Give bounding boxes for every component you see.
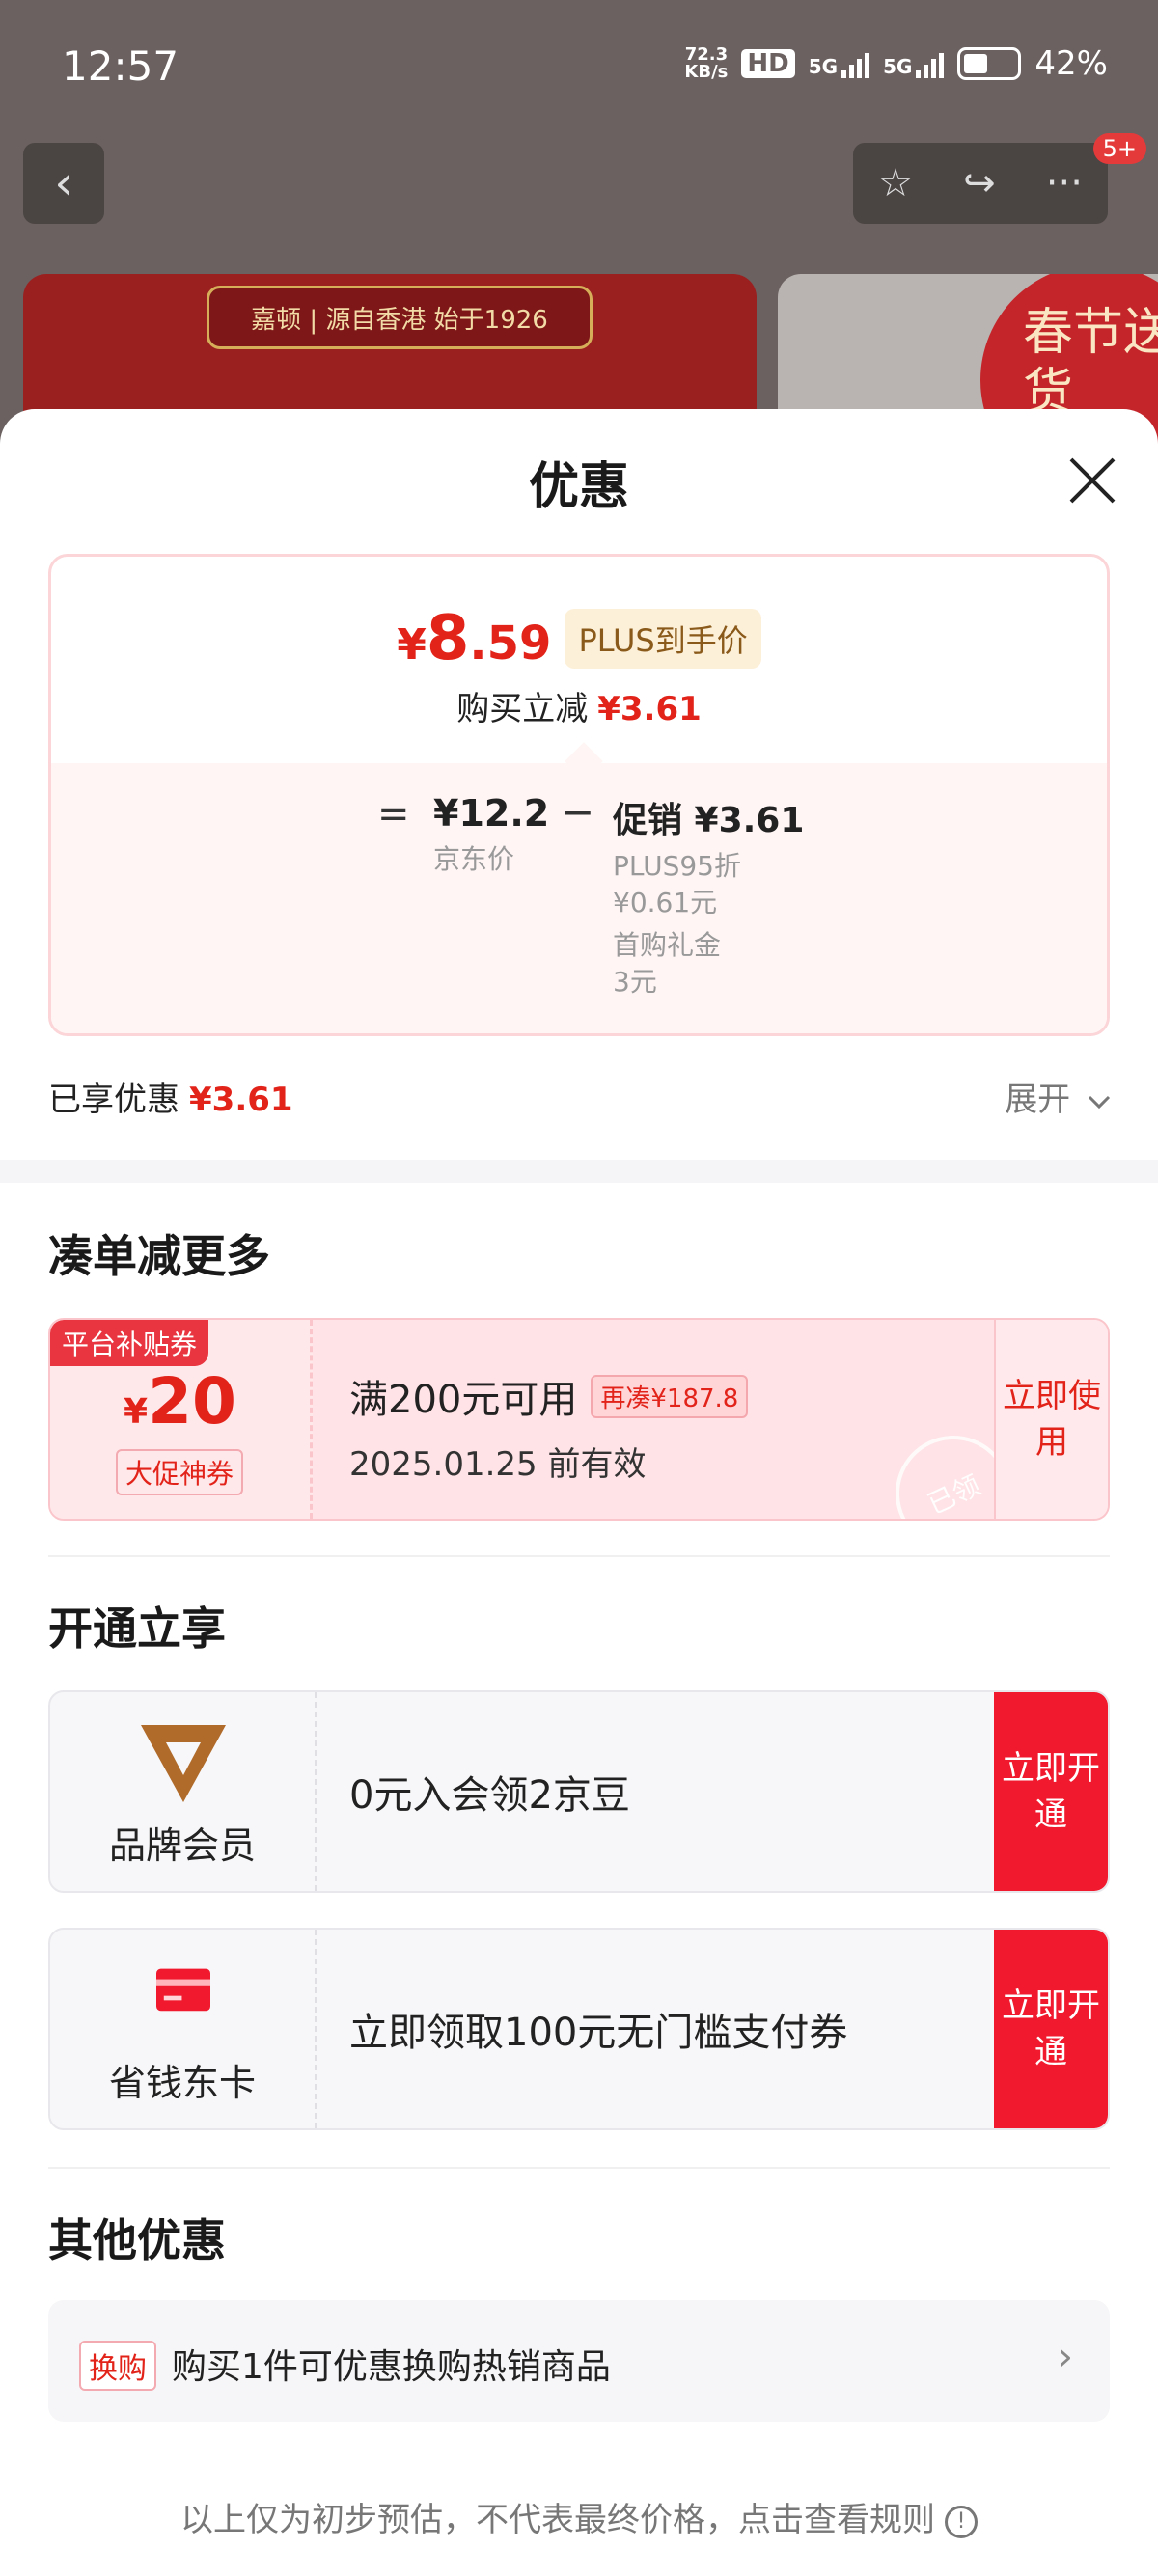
trade-in-text: 购买1件可优惠换购热销商品 [172, 2347, 611, 2387]
top-nav: ‹ ☆ ↪ ··· 5+ [0, 133, 1158, 232]
equals-sign: = [377, 792, 410, 836]
trade-in-row[interactable]: 换购 购买1件可优惠换购热销商品 › [48, 2300, 1110, 2422]
coupon-amount: ¥20 [124, 1364, 236, 1439]
share-icon[interactable]: ↪ [963, 161, 996, 206]
favorite-icon[interactable]: ☆ [878, 161, 913, 206]
savings-card[interactable]: 省钱东卡 立即领取100元无门槛支付券 立即开通 [48, 1928, 1110, 2130]
section-title-open: 开通立享 [48, 1603, 226, 1655]
brand-member-name: 品牌会员 [108, 1824, 256, 1867]
enjoyed-discount: 已享优惠 ¥3.61 [48, 1081, 293, 1119]
expand-button[interactable]: 展开 [1005, 1073, 1112, 1120]
more-icon[interactable]: ··· [1046, 161, 1083, 206]
brand-member-text: 0元入会领2京豆 [349, 1773, 630, 1818]
status-icons: 72.3 KB/s HD 5G 5G 42% [684, 44, 1108, 83]
trade-in-tag: 换购 [79, 2341, 156, 2391]
coupon-value-block: 平台补贴券 ¥20 大促神券 [50, 1320, 313, 1519]
close-icon[interactable] [1065, 453, 1119, 507]
use-now-button[interactable]: 立即使用 [994, 1320, 1108, 1519]
reduce-line: 购买立减 ¥3.61 [456, 690, 702, 728]
message-badge: 5+ [1092, 133, 1146, 164]
hd-icon: HD [741, 49, 795, 78]
coupon-tag: 平台补贴券 [50, 1320, 209, 1366]
chevron-down-icon [1088, 1095, 1111, 1109]
coupon-more-needed: 再凑¥187.8 [591, 1374, 749, 1418]
brand-v-icon [141, 1725, 226, 1802]
battery-level: 42% [1034, 44, 1108, 83]
coupon-kind: 大促神券 [116, 1449, 244, 1495]
info-icon: ! [945, 2505, 978, 2538]
battery-icon [957, 47, 1022, 80]
divider-line-2 [48, 2167, 1110, 2169]
platform-coupon[interactable]: 平台补贴券 ¥20 大促神券 满200元可用 再凑¥187.8 2025.01.… [48, 1318, 1110, 1521]
price-value: ¥8.59 [397, 603, 552, 674]
savings-card-text: 立即领取100元无门槛支付券 [349, 2011, 848, 2055]
coupon-details: 满200元可用 再凑¥187.8 2025.01.25 前有效 [349, 1368, 749, 1485]
final-price: ¥8.59 PLUS到手价 [51, 603, 1107, 676]
chevron-right-icon: › [1058, 2335, 1073, 2379]
sheet-title: 优惠 [528, 458, 629, 516]
signal-icon-2: 5G [883, 49, 945, 78]
status-time: 12:57 [62, 42, 179, 90]
section-title-more: 凑单减更多 [48, 1230, 270, 1282]
brand-plaque: 嘉顿 | 源自香港 始于1926 [207, 286, 593, 349]
network-speed: 72.3 KB/s [684, 44, 729, 82]
coupon-expiry: 2025.01.25 前有效 [349, 1445, 647, 1484]
brand-member-card[interactable]: 品牌会员 0元入会领2京豆 立即开通 [48, 1690, 1110, 1893]
open-card-button[interactable]: 立即开通 [994, 1930, 1108, 2128]
section-title-other: 其他优惠 [48, 2214, 226, 2266]
open-member-button[interactable]: 立即开通 [994, 1692, 1108, 1891]
section-divider [0, 1160, 1158, 1183]
savings-card-name: 省钱东卡 [108, 2062, 256, 2104]
promo-block: 促销 ¥3.61 PLUS95折 ¥0.61元 首购礼金 3元 [613, 801, 805, 998]
jd-price-block: ¥12.2 京东价 [433, 792, 550, 875]
back-button[interactable]: ‹ [23, 143, 104, 224]
price-breakdown: = ¥12.2 京东价 − 促销 ¥3.61 PLUS95折 ¥0.61元 首购… [51, 763, 1107, 1033]
rules-note[interactable]: 以上仅为初步预估，不代表最终价格，点击查看规则! [0, 2493, 1158, 2540]
minus-sign: − [561, 788, 595, 836]
price-card: ¥8.59 PLUS到手价 购买立减 ¥3.61 = ¥12.2 京东价 − 促销… [48, 554, 1110, 1036]
signal-icon: 5G [809, 49, 870, 78]
status-bar: 12:57 72.3 KB/s HD 5G 5G 42% [0, 0, 1158, 135]
divider-line [48, 1555, 1110, 1557]
nav-actions: ☆ ↪ ··· [853, 143, 1108, 224]
card-icon [156, 1968, 210, 2012]
plus-price-tag: PLUS到手价 [565, 609, 761, 669]
discount-sheet: 优惠 ¥8.59 PLUS到手价 购买立减 ¥3.61 = ¥12.2 京东价 − [0, 409, 1158, 2576]
coupon-condition: 满200元可用 [349, 1378, 578, 1422]
